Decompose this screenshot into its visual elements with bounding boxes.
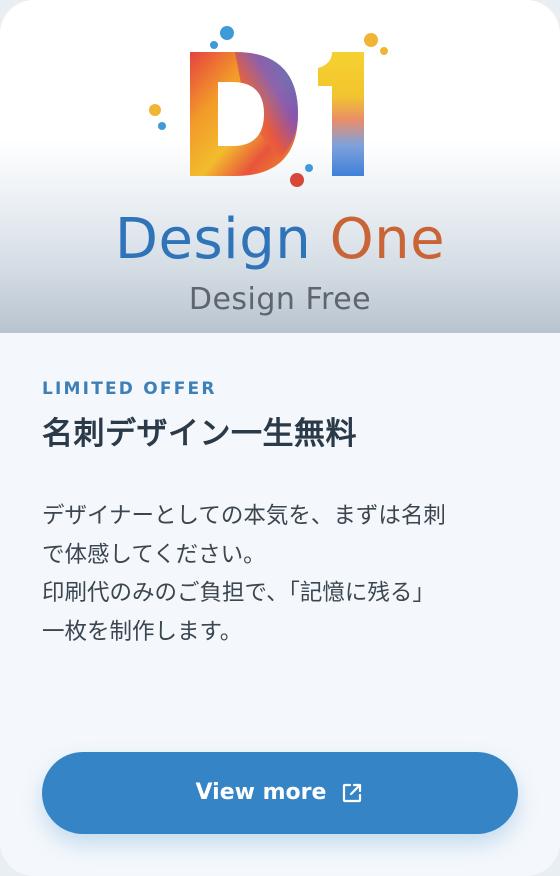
offer-description-line: で体感してください。 [42,541,266,568]
offer-card: Design One Design Free LIMITED OFFER 名刺デ… [0,0,560,876]
offer-description: デザイナーとしての本気を、まずは名刺 で体感してください。 印刷代のみのご負担で… [42,497,522,651]
brand-name: Design One [0,205,560,275]
offer-description-line: デザイナーとしての本気を、まずは名刺 [42,503,446,529]
view-more-button[interactable]: View more [42,752,518,834]
brand-tagline: Design Free [188,282,372,317]
hero-banner: Design One Design Free [0,0,560,333]
view-more-label: View more [195,780,327,805]
external-link-icon [340,781,364,805]
brand-name-primary: Design [114,207,312,272]
offer-title: 名刺デザイン一生無料 [42,416,357,452]
d1-logo [149,26,388,187]
offer-tag: LIMITED OFFER [42,379,217,399]
offer-description-line: 印刷代のみのご負担で、「記憶に残る」 [42,580,435,606]
brand-name-secondary: One [329,207,446,272]
offer-description-line: 一枚を制作します。 [42,618,243,645]
